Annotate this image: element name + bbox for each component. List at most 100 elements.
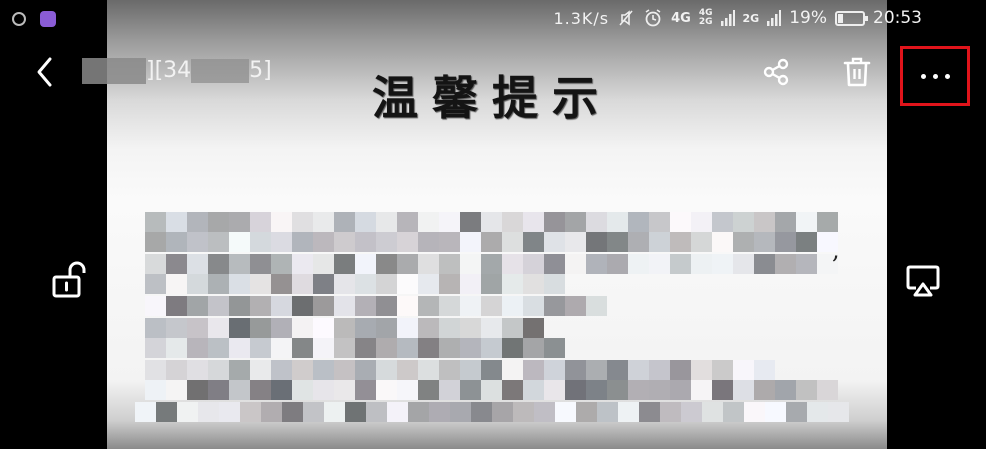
pixel-block <box>166 254 187 274</box>
pixel-block <box>187 380 208 400</box>
pixel-block <box>460 212 481 232</box>
pixel-block <box>544 360 565 380</box>
pixel-block <box>250 212 271 232</box>
pixel-block <box>775 232 796 252</box>
pixel-block <box>250 380 271 400</box>
notification-app-icon <box>12 12 26 26</box>
pixel-block <box>229 318 250 338</box>
pixelated-row <box>135 402 849 422</box>
pixel-block <box>691 254 712 274</box>
pixel-block <box>649 360 670 380</box>
pixel-block <box>565 380 586 400</box>
pixel-block <box>481 212 502 232</box>
pixel-block <box>628 360 649 380</box>
pixel-block <box>439 274 460 294</box>
pixel-block <box>397 318 418 338</box>
pixel-block <box>754 232 775 252</box>
pixel-block <box>523 212 544 232</box>
pixel-block <box>586 212 607 232</box>
pixel-block <box>271 254 292 274</box>
pixel-block <box>733 212 754 232</box>
pixel-block <box>177 402 198 422</box>
pixel-block <box>481 274 502 294</box>
pixel-block <box>187 338 208 358</box>
pixel-block <box>576 402 597 422</box>
pixel-block <box>502 274 523 294</box>
delete-button[interactable] <box>837 52 877 92</box>
pixel-block <box>208 296 229 316</box>
pixel-block <box>376 274 397 294</box>
pixel-block <box>145 338 166 358</box>
pixelated-row <box>145 380 838 400</box>
pixel-block <box>492 402 513 422</box>
pixel-block <box>649 254 670 274</box>
pixel-block <box>733 380 754 400</box>
pixel-block <box>828 402 849 422</box>
pixel-block <box>292 318 313 338</box>
pixel-block <box>187 232 208 252</box>
pixel-block <box>817 212 838 232</box>
more-options-button[interactable] <box>900 46 970 106</box>
pixel-block <box>807 402 828 422</box>
pixel-block <box>418 212 439 232</box>
pixel-block <box>313 274 334 294</box>
pixel-block <box>366 402 387 422</box>
pixel-block <box>691 380 712 400</box>
pixel-block <box>355 296 376 316</box>
pixel-block <box>334 212 355 232</box>
pixelated-row <box>145 232 838 252</box>
pixel-block <box>796 232 817 252</box>
pixel-block <box>355 318 376 338</box>
pixel-block <box>250 254 271 274</box>
share-button[interactable] <box>756 52 796 92</box>
pixel-block <box>796 254 817 274</box>
pixel-block <box>355 380 376 400</box>
pixel-block <box>712 212 733 232</box>
pixel-block <box>481 380 502 400</box>
file-name: ][34 5] <box>82 58 272 84</box>
pixel-block <box>502 212 523 232</box>
network-type-secondary: 2G <box>742 11 760 25</box>
pixel-block <box>208 318 229 338</box>
pixel-block <box>775 254 796 274</box>
pixel-block <box>544 338 565 358</box>
pixel-block <box>754 212 775 232</box>
pixel-block <box>355 212 376 232</box>
pixel-block <box>187 254 208 274</box>
pixel-block <box>660 402 681 422</box>
pixel-block <box>324 402 345 422</box>
back-button[interactable] <box>30 55 62 89</box>
pixel-block <box>618 402 639 422</box>
pixel-block <box>670 380 691 400</box>
share-icon <box>763 58 789 86</box>
pixel-block <box>607 212 628 232</box>
pixel-block <box>460 274 481 294</box>
pixel-block <box>418 274 439 294</box>
pixel-block <box>240 402 261 422</box>
pixel-block <box>439 254 460 274</box>
pixel-block <box>271 274 292 294</box>
pixel-block <box>670 254 691 274</box>
pixel-block <box>292 338 313 358</box>
pixel-block <box>586 254 607 274</box>
pixel-block <box>586 232 607 252</box>
pixel-block <box>355 360 376 380</box>
pixel-block <box>670 360 691 380</box>
pixel-block <box>786 402 807 422</box>
pixel-block <box>250 360 271 380</box>
pixel-block <box>271 338 292 358</box>
pixel-block <box>754 254 775 274</box>
cast-button[interactable] <box>905 263 945 303</box>
pixel-block <box>271 232 292 252</box>
clock: 20:53 <box>873 8 922 28</box>
pixel-block <box>303 402 324 422</box>
pixel-block <box>334 318 355 338</box>
pixel-block <box>765 402 786 422</box>
pixel-block <box>376 338 397 358</box>
pixel-block <box>250 338 271 358</box>
pixel-block <box>187 318 208 338</box>
pixel-block <box>597 402 618 422</box>
pixel-block <box>439 318 460 338</box>
pixel-block <box>250 274 271 294</box>
rotation-lock-button[interactable] <box>50 260 90 300</box>
